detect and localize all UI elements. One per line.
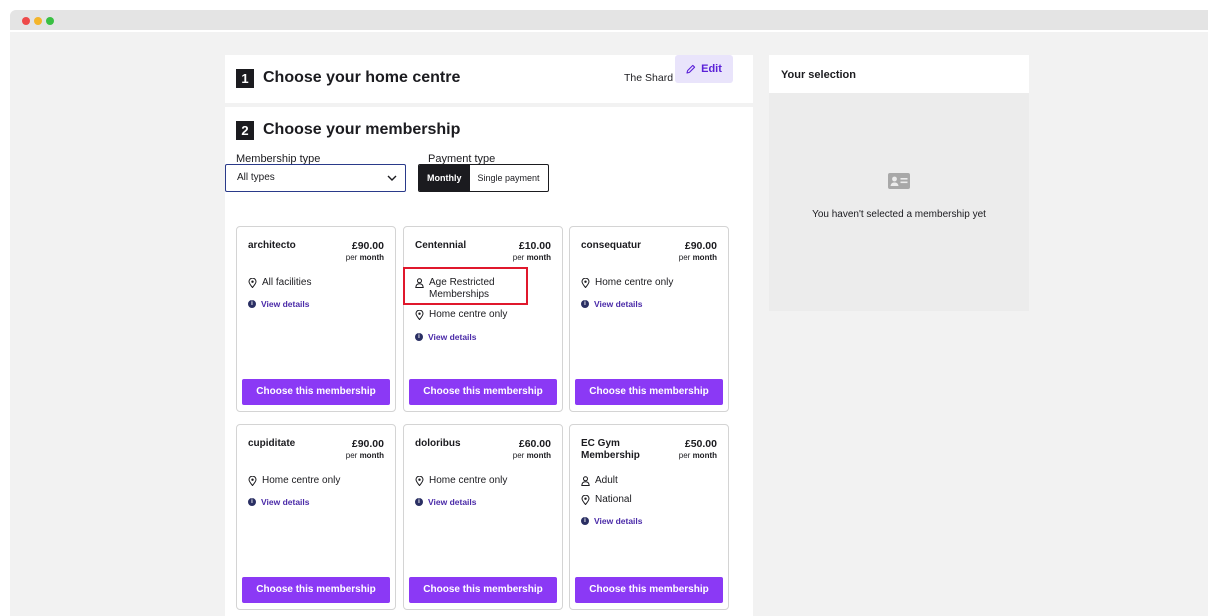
price-period: per month <box>345 451 384 460</box>
info-icon: i <box>415 333 423 341</box>
person-icon <box>581 476 590 486</box>
choose-membership-button[interactable]: Choose this membership <box>575 379 723 405</box>
location-pin-icon <box>248 476 257 486</box>
selection-empty-message: You haven't selected a membership yet <box>812 209 986 220</box>
payment-option-monthly[interactable]: Monthly <box>419 165 470 191</box>
view-details-link[interactable]: i View details <box>248 497 310 507</box>
step-2-badge: 2 <box>236 121 254 140</box>
price-period: per month <box>345 253 384 262</box>
price-period: per month <box>678 451 717 460</box>
membership-price: £50.00 <box>684 438 717 450</box>
view-details-link[interactable]: i View details <box>581 516 643 526</box>
membership-price: £90.00 <box>351 438 384 450</box>
membership-name: Centennial <box>415 240 467 251</box>
price-period: per month <box>512 253 551 262</box>
location-pin-icon <box>248 278 257 288</box>
choose-membership-button[interactable]: Choose this membership <box>575 577 723 603</box>
feature-item: Home centre only <box>248 475 340 487</box>
edit-label: Edit <box>701 63 722 75</box>
feature-item: Home centre only <box>415 475 507 487</box>
membership-card: doloribus £60.00 per month Home centre o… <box>403 424 563 610</box>
info-icon: i <box>415 498 423 506</box>
info-icon: i <box>581 517 589 525</box>
membership-type-value: All types <box>237 172 275 183</box>
highlight-annotation <box>403 267 528 305</box>
price-period: per month <box>678 253 717 262</box>
selection-title: Your selection <box>781 69 856 81</box>
minimize-window-icon[interactable] <box>34 17 42 25</box>
selection-body <box>769 93 1029 311</box>
close-window-icon[interactable] <box>22 17 30 25</box>
choose-membership-button[interactable]: Choose this membership <box>242 379 390 405</box>
membership-card: cupiditate £90.00 per month Home centre … <box>236 424 396 610</box>
feature-item: All facilities <box>248 277 311 289</box>
membership-name: EC Gym Membership <box>581 438 640 461</box>
membership-price: £10.00 <box>518 240 551 252</box>
membership-name: consequatur <box>581 240 642 251</box>
location-pin-icon <box>581 495 590 505</box>
choose-membership-button[interactable]: Choose this membership <box>409 577 557 603</box>
maximize-window-icon[interactable] <box>46 17 54 25</box>
choose-membership-button[interactable]: Choose this membership <box>242 577 390 603</box>
payment-option-single[interactable]: Single payment <box>470 165 548 191</box>
membership-type-select[interactable]: All types <box>225 164 406 192</box>
membership-name: architecto <box>248 240 296 251</box>
membership-card: EC Gym Membership £50.00 per month Adult… <box>569 424 729 610</box>
feature-item: Home centre only <box>581 277 673 289</box>
membership-name: cupiditate <box>248 438 296 449</box>
membership-title: Choose your membership <box>263 121 461 138</box>
membership-card: architecto £90.00 per month All faciliti… <box>236 226 396 412</box>
choose-membership-button[interactable]: Choose this membership <box>409 379 557 405</box>
membership-price: £90.00 <box>684 240 717 252</box>
edit-centre-button[interactable]: Edit <box>675 55 733 83</box>
view-details-link[interactable]: i View details <box>415 332 477 342</box>
location-pin-icon <box>581 278 590 288</box>
membership-card: Centennial £10.00 per month Age Restrict… <box>403 226 563 412</box>
info-icon: i <box>248 300 256 308</box>
payment-type-toggle: Monthly Single payment <box>418 164 549 192</box>
price-period: per month <box>512 451 551 460</box>
membership-price: £90.00 <box>351 240 384 252</box>
selected-centre-name: The Shard <box>624 72 674 84</box>
view-details-link[interactable]: i View details <box>415 497 477 507</box>
membership-name: doloribus <box>415 438 461 449</box>
membership-card-icon <box>888 173 910 189</box>
view-details-link[interactable]: i View details <box>248 299 310 309</box>
window-titlebar <box>10 10 1208 32</box>
feature-item: Home centre only <box>415 309 507 321</box>
feature-item: National <box>581 494 632 506</box>
feature-item: Adult <box>581 475 618 487</box>
location-pin-icon <box>415 476 424 486</box>
info-icon: i <box>581 300 589 308</box>
info-icon: i <box>248 498 256 506</box>
membership-card: consequatur £90.00 per month Home centre… <box>569 226 729 412</box>
membership-price: £60.00 <box>518 438 551 450</box>
pencil-icon <box>686 64 696 74</box>
home-centre-title: Choose your home centre <box>263 69 461 86</box>
location-pin-icon <box>415 310 424 320</box>
chevron-down-icon <box>387 175 397 181</box>
step-1-badge: 1 <box>236 69 254 88</box>
view-details-link[interactable]: i View details <box>581 299 643 309</box>
